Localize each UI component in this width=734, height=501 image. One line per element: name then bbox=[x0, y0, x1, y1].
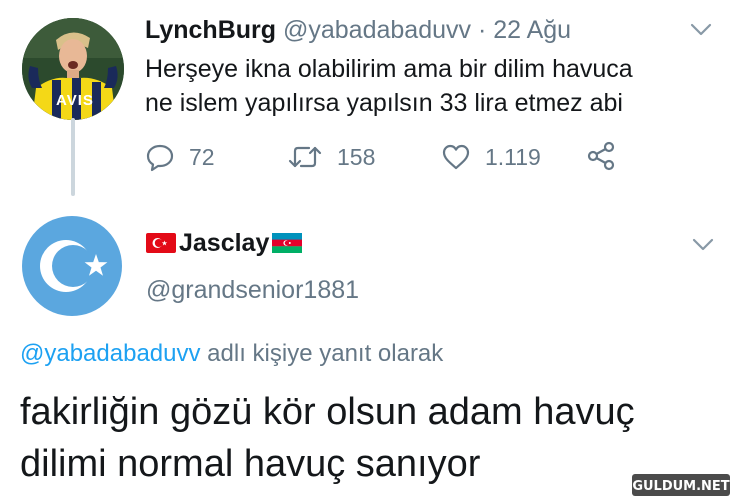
retweet-icon bbox=[288, 146, 322, 168]
watermark-icon: GULDUM.NET bbox=[632, 474, 730, 496]
user-handle[interactable]: @grandsenior1881 bbox=[146, 274, 359, 306]
tweet-header: LynchBurg @yabadabaduvv · 22 Ağu bbox=[145, 14, 571, 46]
tweet-text-line: ne islem yapılırsa yapılsın 33 lira etme… bbox=[145, 89, 623, 117]
share-icon bbox=[587, 141, 615, 171]
like-count: 1.119 bbox=[485, 144, 541, 170]
svg-text:GULDUM.NET: GULDUM.NET bbox=[632, 479, 729, 494]
heart-icon bbox=[442, 144, 470, 170]
tweet-text-line: Herşeye ikna olabilirim ama bir dilim ha… bbox=[145, 55, 633, 83]
tweet-date[interactable]: 22 Ağu bbox=[493, 16, 571, 44]
replying-to: @yabadabaduvv adlı kişiye yanıt olarak bbox=[20, 338, 443, 370]
display-name[interactable]: LynchBurg bbox=[145, 16, 276, 44]
chevron-down-icon[interactable] bbox=[690, 23, 712, 37]
tweet-text: fakirliğin gözü kör olsun adam havuç dil… bbox=[20, 386, 720, 490]
retweet-button[interactable]: 158 bbox=[287, 140, 375, 174]
avatar[interactable]: AVIS bbox=[22, 18, 124, 120]
watermark-logo: GULDUM.NET bbox=[632, 474, 730, 496]
share-button[interactable] bbox=[585, 140, 617, 172]
tweet-text-line: dilimi normal havuç sanıyor bbox=[20, 443, 481, 485]
display-name[interactable]: Jasclay bbox=[179, 228, 269, 258]
reply-icon bbox=[146, 144, 174, 172]
chevron-down-icon[interactable] bbox=[692, 238, 714, 252]
like-button[interactable]: 1.119 bbox=[441, 140, 541, 174]
separator-dot: · bbox=[477, 16, 487, 44]
mention-link[interactable]: @yabadabaduvv bbox=[20, 340, 201, 367]
crescent-star-icon bbox=[22, 216, 122, 316]
tweet-text-line: fakirliğin gözü kör olsun adam havuç bbox=[20, 391, 635, 433]
reply-count: 72 bbox=[189, 144, 215, 170]
avatar[interactable] bbox=[22, 216, 122, 316]
turkey-flag-icon bbox=[146, 233, 176, 253]
reply-button[interactable]: 72 bbox=[145, 140, 215, 174]
tweet-text: Herşeye ikna olabilirim ama bir dilim ha… bbox=[145, 52, 705, 120]
replying-to-label: adlı kişiye yanıt olarak bbox=[207, 340, 444, 367]
user-handle[interactable]: @yabadabaduvv bbox=[283, 16, 471, 44]
azerbaijan-flag-icon bbox=[272, 233, 303, 253]
reply-header: Jasclay bbox=[146, 228, 303, 258]
retweet-count: 158 bbox=[337, 144, 376, 170]
thread-line bbox=[71, 118, 75, 196]
jersey-sponsor-text: AVIS bbox=[56, 92, 94, 109]
